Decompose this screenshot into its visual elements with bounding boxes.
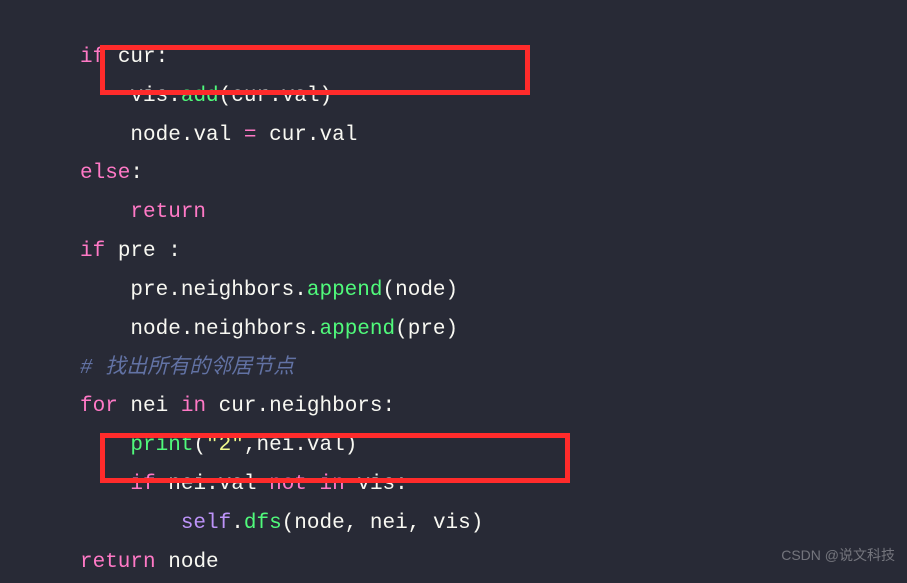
- func-dfs: dfs: [244, 512, 282, 535]
- line-13: self.dfs(node, nei, vis): [80, 512, 483, 535]
- dot: .: [181, 318, 194, 341]
- string-literal: "2": [206, 434, 244, 457]
- func-append: append: [307, 279, 383, 302]
- ident-node: node: [168, 551, 218, 574]
- keyword-else: else: [80, 162, 130, 185]
- keyword-for: for: [80, 395, 118, 418]
- keyword-return: return: [80, 551, 156, 574]
- line-14: return node: [80, 551, 219, 574]
- ident-node: node: [130, 318, 180, 341]
- keyword-if: if: [80, 240, 105, 263]
- dot: .: [256, 395, 269, 418]
- colon: :: [130, 162, 143, 185]
- keyword-if: if: [80, 46, 105, 69]
- func-add: add: [181, 85, 219, 108]
- paren-close: ): [446, 318, 459, 341]
- ident-val: val: [193, 124, 231, 147]
- comma: ,: [408, 512, 421, 535]
- dot: .: [294, 434, 307, 457]
- paren-close: ): [446, 279, 459, 302]
- colon: :: [168, 240, 181, 263]
- paren-close: ): [471, 512, 484, 535]
- ident-nei: nei: [256, 434, 294, 457]
- line-5: return: [80, 201, 206, 224]
- dot: .: [181, 124, 194, 147]
- dot: .: [231, 512, 244, 535]
- line-1: if cur:: [80, 46, 168, 69]
- ident-vis: vis: [130, 85, 168, 108]
- dot: .: [168, 85, 181, 108]
- colon: :: [383, 395, 396, 418]
- line-6: if pre :: [80, 240, 181, 263]
- dot: .: [206, 473, 219, 496]
- ident-pre: pre: [130, 279, 168, 302]
- ident-pre: pre: [408, 318, 446, 341]
- ident-cur: cur: [269, 124, 307, 147]
- colon: :: [395, 473, 408, 496]
- line-11: print("2",nei.val): [80, 434, 357, 457]
- line-8: node.neighbors.append(pre): [80, 318, 458, 341]
- ident-neighbors: neighbors: [193, 318, 306, 341]
- ident-neighbors: neighbors: [269, 395, 382, 418]
- ident-cur: cur: [231, 85, 269, 108]
- keyword-return: return: [130, 201, 206, 224]
- comma: ,: [345, 512, 358, 535]
- paren-close: ): [320, 85, 333, 108]
- op-eq: =: [244, 124, 257, 147]
- line-7: pre.neighbors.append(node): [80, 279, 458, 302]
- keyword-if: if: [130, 473, 155, 496]
- func-append: append: [319, 318, 395, 341]
- keyword-in: in: [320, 473, 345, 496]
- paren-open: (: [219, 85, 232, 108]
- line-10: for nei in cur.neighbors:: [80, 395, 395, 418]
- line-4: else:: [80, 162, 143, 185]
- ident-val: val: [320, 124, 358, 147]
- ident-cur: cur: [118, 46, 156, 69]
- paren-open: (: [383, 279, 396, 302]
- comma: ,: [244, 434, 257, 457]
- dot: .: [168, 279, 181, 302]
- comment: # 找出所有的邻居节点: [80, 357, 294, 380]
- dot: .: [269, 85, 282, 108]
- keyword-in: in: [181, 395, 206, 418]
- ident-node: node: [395, 279, 445, 302]
- ident-val: val: [307, 434, 345, 457]
- ident-nei: nei: [370, 512, 408, 535]
- ident-node: node: [294, 512, 344, 535]
- colon: :: [156, 46, 169, 69]
- ident-neighbors: neighbors: [181, 279, 294, 302]
- ident-val: val: [282, 85, 320, 108]
- keyword-not: not: [269, 473, 307, 496]
- paren-close: ): [345, 434, 358, 457]
- paren-open: (: [282, 512, 295, 535]
- ident-pre: pre: [118, 240, 156, 263]
- func-print: print: [130, 434, 193, 457]
- paren-open: (: [395, 318, 408, 341]
- line-12: if nei.val not in vis:: [80, 473, 408, 496]
- dot: .: [307, 124, 320, 147]
- paren-open: (: [193, 434, 206, 457]
- ident-self: self: [181, 512, 231, 535]
- ident-vis: vis: [433, 512, 471, 535]
- line-9: # 找出所有的邻居节点: [80, 357, 294, 380]
- watermark-text: CSDN @说文科技: [781, 543, 895, 569]
- code-block: if cur: vis.add(cur.val) node.val = cur.…: [0, 0, 907, 583]
- ident-vis: vis: [357, 473, 395, 496]
- ident-nei: nei: [168, 473, 206, 496]
- dot: .: [307, 318, 320, 341]
- ident-nei: nei: [130, 395, 168, 418]
- line-2: vis.add(cur.val): [80, 85, 332, 108]
- ident-node: node: [130, 124, 180, 147]
- ident-cur: cur: [219, 395, 257, 418]
- line-3: node.val = cur.val: [80, 124, 357, 147]
- ident-val: val: [219, 473, 257, 496]
- dot: .: [294, 279, 307, 302]
